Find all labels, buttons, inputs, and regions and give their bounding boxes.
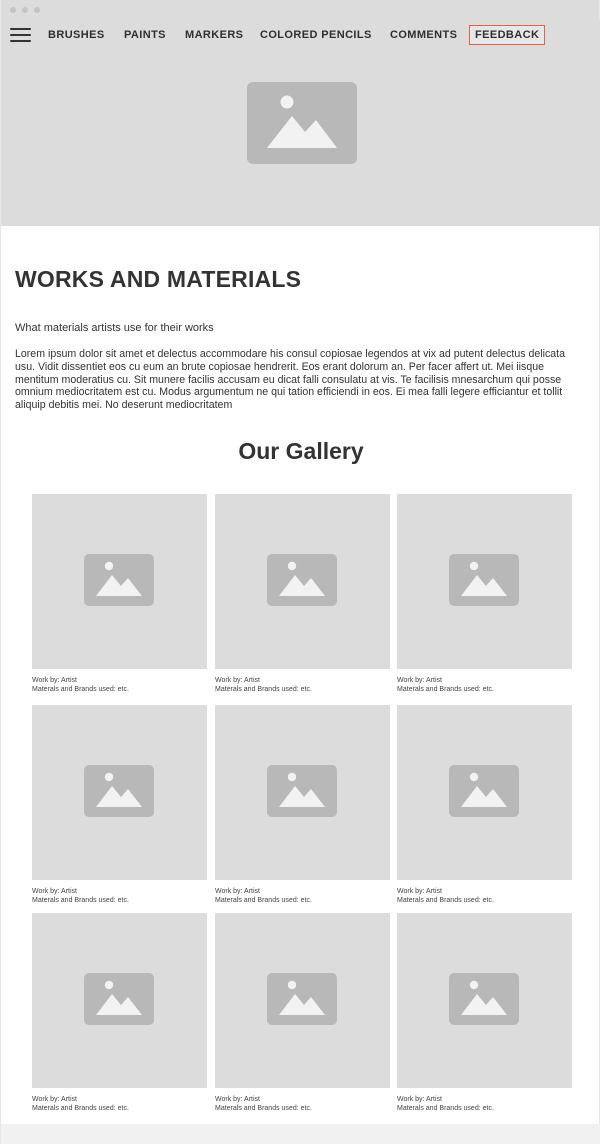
gallery-image[interactable] — [397, 494, 572, 669]
nav-item-comments[interactable]: COMMENTS — [390, 29, 457, 41]
nav-item-markers[interactable]: MARKERS — [185, 29, 243, 41]
image-placeholder-icon — [449, 765, 519, 817]
gallery-materials: Materals and Brands used: etc. — [215, 685, 312, 693]
gallery-artist: Work by: Artist — [32, 888, 77, 895]
image-placeholder-icon — [84, 765, 154, 817]
gallery-card[interactable]: Work by: Artist Materals and Brands used:… — [32, 494, 207, 694]
gallery-materials: Materals and Brands used: etc. — [32, 896, 129, 904]
gallery-card[interactable]: Work by: Artist Materals and Brands used:… — [32, 913, 207, 1113]
gallery-image[interactable] — [32, 494, 207, 669]
gallery-artist: Work by: Artist — [215, 888, 260, 895]
gallery-artist: Work by: Artist — [397, 677, 442, 684]
image-placeholder-icon — [267, 973, 337, 1025]
gallery-card[interactable]: Work by: Artist Materals and Brands used:… — [397, 705, 572, 905]
gallery-caption: Work by: Artist Materals and Brands used:… — [397, 888, 572, 905]
gallery-image[interactable] — [215, 494, 390, 669]
gallery-artist: Work by: Artist — [215, 677, 260, 684]
window-minimize-dot[interactable] — [22, 7, 28, 13]
gallery-materials: Materals and Brands used: etc. — [397, 896, 494, 904]
gallery-caption: Work by: Artist Materals and Brands used:… — [32, 888, 207, 905]
page-footer — [1, 1124, 600, 1144]
image-placeholder-icon — [84, 554, 154, 606]
gallery-image[interactable] — [215, 913, 390, 1088]
gallery-card[interactable]: Work by: Artist Materals and Brands used:… — [215, 913, 390, 1113]
gallery-artist: Work by: Artist — [32, 677, 77, 684]
browser-window: BRUSHES PAINTS MARKERS COLORED PENCILS C… — [0, 0, 600, 1144]
top-nav: BRUSHES PAINTS MARKERS COLORED PENCILS C… — [1, 20, 600, 52]
gallery-artist: Work by: Artist — [32, 1096, 77, 1103]
image-placeholder-icon — [247, 82, 357, 164]
gallery-image[interactable] — [215, 705, 390, 880]
hero-banner: BRUSHES PAINTS MARKERS COLORED PENCILS C… — [1, 20, 600, 226]
gallery-card[interactable]: Work by: Artist Materals and Brands used:… — [215, 705, 390, 905]
image-placeholder-icon — [449, 973, 519, 1025]
image-placeholder-icon — [84, 973, 154, 1025]
window-titlebar — [1, 0, 599, 20]
gallery-caption: Work by: Artist Materals and Brands used:… — [397, 677, 572, 694]
gallery-materials: Materals and Brands used: etc. — [215, 1104, 312, 1112]
nav-item-paints[interactable]: PAINTS — [124, 29, 166, 41]
hamburger-menu-icon[interactable] — [10, 27, 31, 43]
gallery-materials: Materals and Brands used: etc. — [32, 685, 129, 693]
gallery-caption: Work by: Artist Materals and Brands used:… — [215, 1096, 390, 1113]
nav-item-brushes[interactable]: BRUSHES — [48, 29, 105, 41]
gallery-image[interactable] — [32, 913, 207, 1088]
gallery-materials: Materals and Brands used: etc. — [215, 896, 312, 904]
gallery-caption: Work by: Artist Materals and Brands used:… — [215, 677, 390, 694]
gallery-artist: Work by: Artist — [397, 888, 442, 895]
gallery-card[interactable]: Work by: Artist Materals and Brands used:… — [397, 913, 572, 1113]
gallery-caption: Work by: Artist Materals and Brands used:… — [397, 1096, 572, 1113]
gallery-image[interactable] — [32, 705, 207, 880]
nav-item-colored-pencils[interactable]: COLORED PENCILS — [260, 29, 372, 41]
page-subtitle: What materials artists use for their wor… — [15, 322, 214, 334]
gallery-image[interactable] — [397, 705, 572, 880]
intro-section: WORKS AND MATERIALS — [15, 266, 587, 293]
gallery-materials: Materals and Brands used: etc. — [397, 1104, 494, 1112]
gallery-artist: Work by: Artist — [215, 1096, 260, 1103]
gallery-image[interactable] — [397, 913, 572, 1088]
gallery-materials: Materals and Brands used: etc. — [397, 685, 494, 693]
window-maximize-dot[interactable] — [34, 7, 40, 13]
page-title: WORKS AND MATERIALS — [15, 266, 302, 292]
image-placeholder-icon — [267, 554, 337, 606]
intro-body-text: Lorem ipsum dolor sit amet et delectus a… — [15, 348, 566, 412]
gallery-caption: Work by: Artist Materals and Brands used:… — [215, 888, 390, 905]
window-close-dot[interactable] — [10, 7, 16, 13]
nav-item-feedback[interactable]: FEEDBACK — [469, 25, 546, 45]
gallery-caption: Work by: Artist Materals and Brands used:… — [32, 677, 207, 694]
gallery-card[interactable]: Work by: Artist Materals and Brands used:… — [215, 494, 390, 694]
gallery-card[interactable]: Work by: Artist Materals and Brands used:… — [397, 494, 572, 694]
image-placeholder-icon — [449, 554, 519, 606]
gallery-materials: Materals and Brands used: etc. — [32, 1104, 129, 1112]
image-placeholder-icon — [267, 765, 337, 817]
gallery-caption: Work by: Artist Materals and Brands used:… — [32, 1096, 207, 1113]
gallery-title: Our Gallery — [238, 438, 364, 464]
gallery-card[interactable]: Work by: Artist Materals and Brands used:… — [32, 705, 207, 905]
gallery-artist: Work by: Artist — [397, 1096, 442, 1103]
